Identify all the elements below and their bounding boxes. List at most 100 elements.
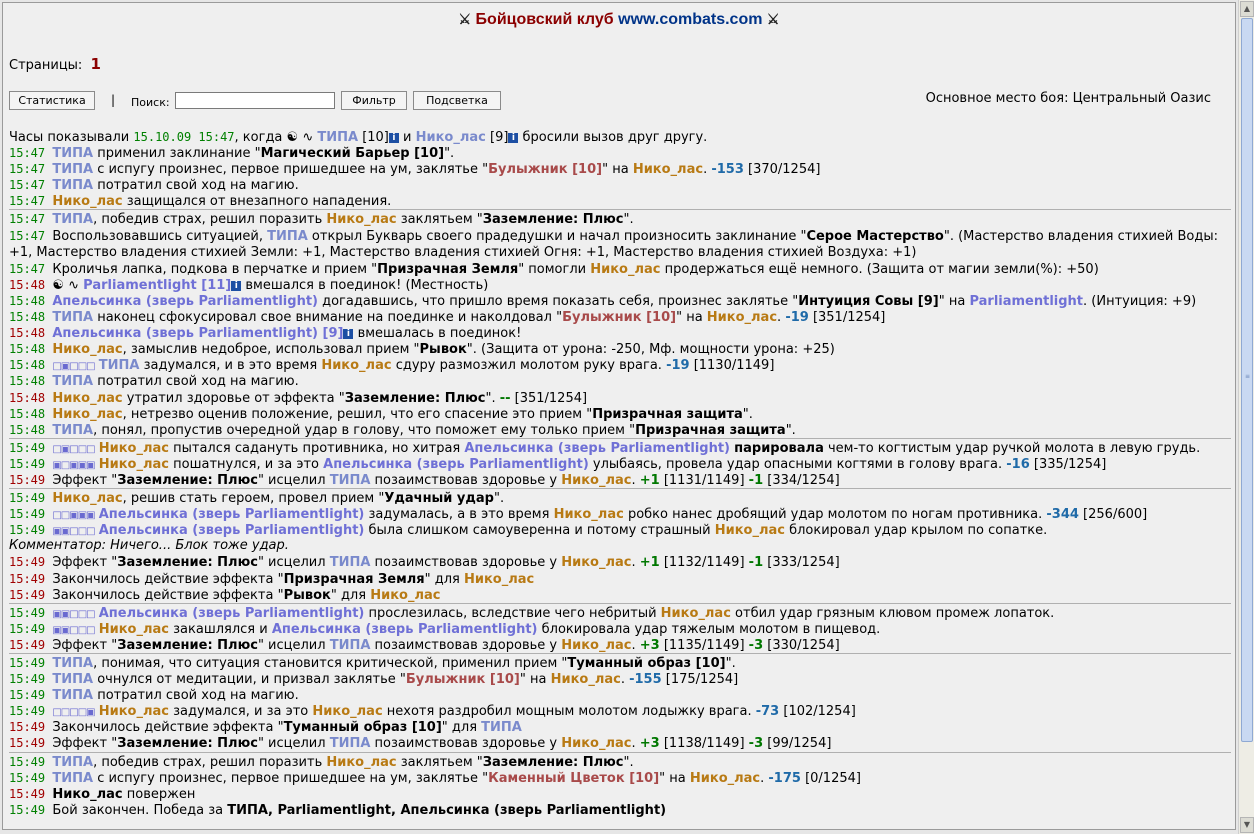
player-name[interactable]: ТИПА: [330, 555, 371, 570]
player-name[interactable]: Нико_лас: [707, 310, 777, 325]
timestamp: 15:49: [9, 507, 53, 522]
player-name[interactable]: ТИПА: [52, 755, 93, 770]
player-name[interactable]: Нико_лас: [99, 441, 169, 456]
player-name[interactable]: Апельсинка (зверь Parliamentlight): [323, 457, 589, 472]
log-line: 15:49 Закончилось действие эффекта "Тума…: [9, 719, 1231, 735]
player-name[interactable]: Нико_лас: [590, 262, 660, 277]
player-name[interactable]: Апельсинка (зверь Parliamentlight) [9]: [52, 326, 343, 341]
scroll-down-arrow-icon[interactable]: ▼: [1240, 817, 1254, 833]
log-text: ".: [785, 422, 796, 438]
player-name[interactable]: Апельсинка (зверь Parliamentlight): [272, 622, 538, 637]
log-text: [102/1254]: [779, 704, 856, 720]
log-line: 15:48 ТИПА потратил свой ход на магию.: [9, 373, 1231, 389]
timestamp: 15:49: [9, 637, 53, 652]
log-text: , победив страх, решил поразить: [93, 212, 327, 228]
spell-name: Рывок: [419, 342, 467, 358]
player-name[interactable]: Parliamentlight [11]: [83, 278, 231, 293]
log-line: 15:49 ▣▣□□□ Апельсинка (зверь Parliament…: [9, 522, 1231, 538]
player-name[interactable]: ТИПА: [330, 473, 371, 488]
player-name[interactable]: Нико_лас: [99, 622, 169, 637]
highlight-button[interactable]: Подсветка: [413, 91, 501, 110]
player-name[interactable]: Нико_лас: [690, 771, 760, 786]
player-name[interactable]: Нико_лас: [561, 473, 631, 488]
player-name[interactable]: Нико_лас: [312, 704, 382, 719]
player-name[interactable]: Нико_лас: [52, 391, 122, 406]
log-line: 15:49 ▣▣□□□ Апельсинка (зверь Parliament…: [9, 605, 1231, 621]
info-icon[interactable]: i: [388, 133, 399, 143]
player-name[interactable]: Нико_лас: [52, 342, 122, 357]
player-name[interactable]: Апельсинка (зверь Parliamentlight): [464, 441, 730, 456]
timestamp: 15:48: [9, 326, 53, 341]
filter-button[interactable]: Фильтр: [341, 91, 407, 110]
player-name[interactable]: ТИПА: [330, 638, 371, 653]
player-name[interactable]: Нико_лас: [99, 457, 169, 472]
player-name[interactable]: ТИПА: [52, 688, 93, 703]
player-name[interactable]: ТИПА: [481, 720, 522, 735]
hit-zones: ▣□▣▣▣: [52, 459, 95, 471]
log-line: 15:48 ТИПА наконец сфокусировал свое вни…: [9, 309, 1231, 325]
damage-value: -19: [666, 358, 690, 374]
player-name[interactable]: ТИПА: [52, 672, 93, 687]
toolbar-separator: |: [111, 93, 116, 107]
player-name[interactable]: ТИПА: [267, 229, 308, 244]
log-line: 15:48 Апельсинка (зверь Parliamentlight)…: [9, 325, 1231, 341]
player-name[interactable]: ТИПА: [330, 736, 371, 751]
heal-value: +3: [639, 736, 660, 752]
log-text: [9]: [485, 130, 509, 145]
player-name[interactable]: ТИПА: [52, 771, 93, 786]
player-name[interactable]: Нико_лас: [99, 704, 169, 719]
player-name[interactable]: Нико_лас: [326, 212, 396, 227]
site-url-link[interactable]: www.combats.com: [618, 11, 762, 28]
player-name[interactable]: ТИПА: [52, 656, 93, 671]
player-name[interactable]: Апельсинка (зверь Parliamentlight): [99, 606, 365, 621]
player-name[interactable]: Parliamentlight: [969, 294, 1083, 309]
player-name[interactable]: ТИПА: [52, 178, 93, 193]
log-text: Эффект ": [52, 472, 118, 488]
log-text: " на: [602, 162, 633, 178]
player-name[interactable]: ТИПА: [52, 212, 93, 227]
player-name[interactable]: Нико_лас: [561, 736, 631, 751]
player-name[interactable]: Нико_лас: [661, 606, 731, 621]
info-icon[interactable]: i: [343, 329, 354, 340]
damage-value: -73: [755, 704, 780, 720]
player-name[interactable]: Нико_лас: [561, 638, 631, 653]
player-name[interactable]: ТИПА: [52, 310, 93, 325]
info-icon[interactable]: i: [231, 280, 242, 291]
player-name[interactable]: Нико_лас: [326, 755, 396, 770]
player-name[interactable]: Нико_лас: [370, 588, 440, 603]
player-name[interactable]: ТИПА: [52, 146, 93, 161]
heal-value: +3: [639, 637, 660, 653]
player-name[interactable]: ТИПА: [52, 423, 93, 438]
player-name[interactable]: ТИПА: [99, 358, 140, 373]
timestamp: 15:49: [9, 688, 53, 703]
player-name[interactable]: ТИПА: [52, 162, 93, 177]
player-name[interactable]: Нико_лас: [715, 523, 785, 538]
timestamp: 15:49: [9, 770, 53, 785]
hit-zones: □□▣▣▣: [52, 510, 95, 522]
player-name[interactable]: Нико_лас: [561, 555, 631, 570]
heal-value: +1: [639, 555, 660, 571]
player-name[interactable]: Апельсинка (зверь Parliamentlight): [99, 523, 365, 538]
player-name[interactable]: Нико_лас: [464, 572, 534, 587]
heal-value: -3: [748, 736, 764, 752]
page-link-1[interactable]: 1: [90, 55, 100, 73]
info-icon[interactable]: i: [508, 133, 519, 143]
search-input[interactable]: [175, 92, 335, 109]
player-name[interactable]: Апельсинка (зверь Parliamentlight): [99, 507, 365, 522]
player-name[interactable]: ТИПА: [52, 374, 93, 389]
player-name[interactable]: Нико_лас: [52, 491, 122, 506]
player-name[interactable]: Нико_лас: [321, 358, 391, 373]
player-name[interactable]: Нико_лас: [633, 162, 703, 177]
player-name[interactable]: ТИПА: [317, 130, 358, 145]
log-text: [99/1254]: [763, 736, 832, 752]
player-name[interactable]: Нико_лас: [52, 194, 122, 209]
scroll-up-arrow-icon[interactable]: ▲: [1240, 1, 1254, 17]
player-name[interactable]: Нико_лас: [416, 130, 486, 145]
statistics-button[interactable]: Статистика: [9, 91, 95, 110]
scroll-thumb[interactable]: ≡: [1241, 18, 1253, 742]
player-name[interactable]: Нико_лас: [551, 672, 621, 687]
player-name[interactable]: Апельсинка (зверь Parliamentlight): [52, 294, 318, 309]
player-name[interactable]: Нико_лас: [554, 507, 624, 522]
vertical-scrollbar[interactable]: ▲ ≡ ▼: [1238, 0, 1254, 834]
player-name[interactable]: Нико_лас: [52, 407, 122, 422]
